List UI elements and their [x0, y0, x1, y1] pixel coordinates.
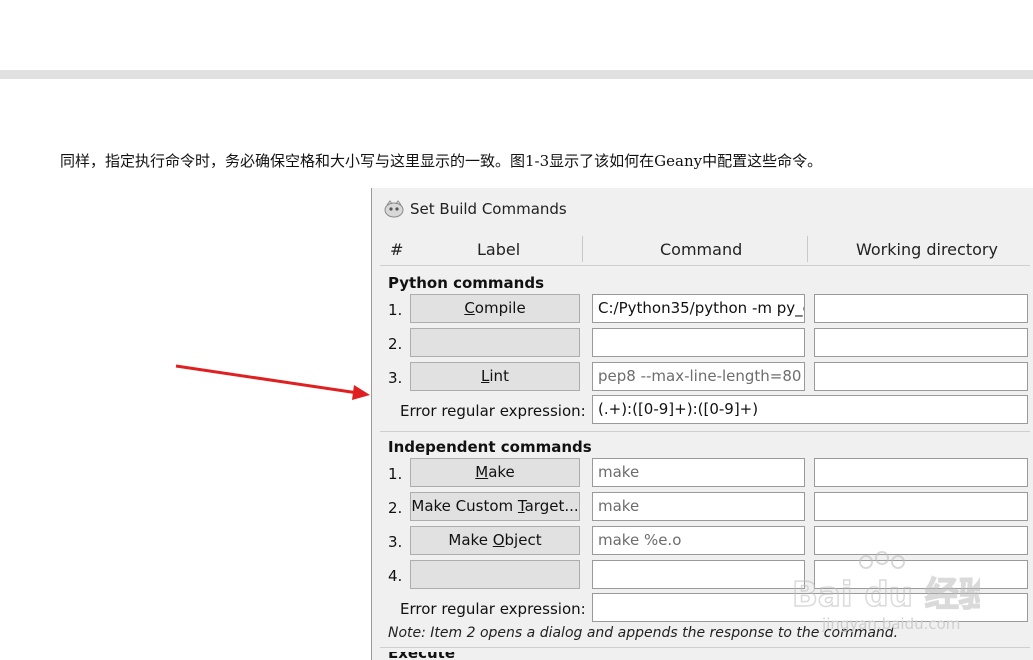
section-divider — [380, 647, 1030, 648]
watermark-url: jingyan.baidu.com — [822, 615, 961, 633]
lint-workdir-input[interactable] — [814, 362, 1028, 391]
compile-workdir-input[interactable] — [814, 294, 1028, 323]
make-object-label-button[interactable]: Make Object — [410, 526, 580, 555]
row-number: 3. — [388, 369, 403, 387]
column-separator — [582, 236, 583, 262]
row-number: 4. — [388, 567, 403, 585]
dialog-titlebar: Set Build Commands — [372, 188, 1033, 230]
column-header-working-directory: Working directory — [856, 240, 998, 259]
make-custom-target-label-button[interactable]: Make Custom Target... — [410, 492, 580, 521]
python-cmd2-command-input[interactable] — [592, 328, 805, 357]
row-number: 1. — [388, 465, 403, 483]
python-cmd2-workdir-input[interactable] — [814, 328, 1028, 357]
row-number: 2. — [388, 335, 403, 353]
python-error-regex-label: Error regular expression: — [400, 402, 586, 420]
row-number: 1. — [388, 301, 403, 319]
row-number: 2. — [388, 499, 403, 517]
independent-error-regex-label: Error regular expression: — [400, 600, 586, 618]
python-cmd2-label-button[interactable] — [410, 328, 580, 357]
header-divider — [380, 265, 1030, 266]
row-number: 3. — [388, 533, 403, 551]
make-object-command-input[interactable]: make %e.o — [592, 526, 805, 555]
python-error-regex-input[interactable]: (.+):([0-9]+):([0-9]+) — [592, 395, 1028, 424]
watermark-brand: Bai du 经验 — [792, 575, 980, 615]
python-commands-title: Python commands — [388, 274, 545, 292]
page-divider-bar — [0, 70, 1033, 79]
lint-label-button[interactable]: Lint — [410, 362, 580, 391]
compile-label-button[interactable]: Compile — [410, 294, 580, 323]
baidu-watermark: Bai du 经验 — [791, 551, 980, 616]
make-custom-target-workdir-input[interactable] — [814, 492, 1028, 521]
execute-commands-title-clipped: Execute commands — [388, 652, 508, 660]
column-header-label: Label — [477, 240, 521, 259]
column-header-command: Command — [660, 240, 743, 259]
independent-cmd4-command-input[interactable] — [592, 560, 805, 589]
make-label-button[interactable]: Make — [410, 458, 580, 487]
red-arrow-annotation — [175, 364, 370, 400]
lint-command-input[interactable]: pep8 --max-line-length=80 " — [592, 362, 805, 391]
independent-commands-title: Independent commands — [388, 438, 592, 456]
compile-command-input[interactable]: C:/Python35/python -m py_c — [592, 294, 805, 323]
make-custom-target-command-input[interactable]: make — [592, 492, 805, 521]
column-separator — [807, 236, 808, 262]
make-workdir-input[interactable] — [814, 458, 1028, 487]
dialog-title: Set Build Commands — [410, 200, 567, 218]
intro-paragraph: 同样，指定执行命令时，务必确保空格和大小写与这里显示的一致。图1-3显示了该如何… — [60, 152, 823, 170]
section-divider — [380, 431, 1030, 432]
geany-app-icon — [384, 200, 404, 218]
column-header-num: # — [390, 240, 404, 259]
make-command-input[interactable]: make — [592, 458, 805, 487]
independent-cmd4-label-button[interactable] — [410, 560, 580, 589]
